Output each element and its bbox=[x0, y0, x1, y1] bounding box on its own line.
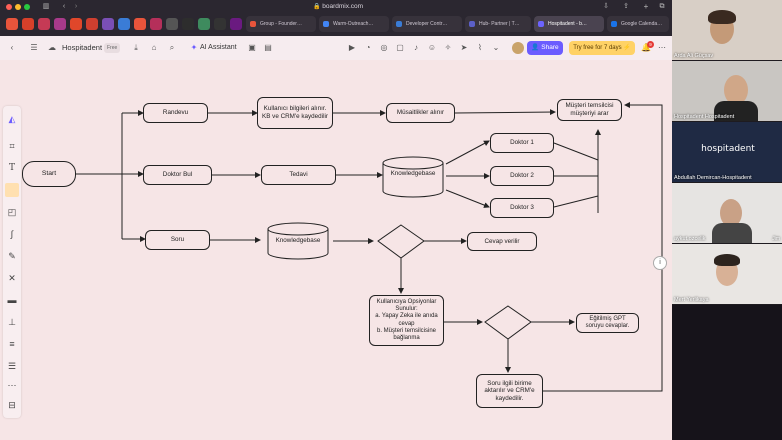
egitilmis-gpt-node[interactable]: Eğitilmiş GPT soruyu cevaplar. bbox=[576, 313, 639, 333]
doktor-bul-node[interactable]: Doktor Bul bbox=[143, 165, 212, 185]
mindmap-icon[interactable]: ✕ bbox=[5, 271, 19, 285]
knowledgebase-cylinder-1[interactable] bbox=[382, 156, 444, 198]
participant-name: Hospitadent Hospitadent bbox=[674, 114, 735, 120]
knowledgebase-label-1: Knowledgebase bbox=[390, 170, 436, 177]
participant-name: aykut.ozcelik bbox=[674, 236, 706, 242]
tedavi-node[interactable]: Tedavi bbox=[261, 165, 336, 185]
frame-icon[interactable]: ⌗ bbox=[5, 139, 19, 153]
info-icon[interactable]: i bbox=[653, 256, 667, 270]
partial-participant-label: Jim bbox=[772, 236, 780, 242]
kullanici-bilgi-node[interactable]: Kullanıcı bilgileri alınır. KB ve CRM'e … bbox=[257, 97, 333, 129]
shape-icon[interactable]: ◰ bbox=[5, 205, 19, 219]
participant-name: Arda Ali Güçsav bbox=[674, 53, 714, 59]
connector-icon[interactable]: ∫ bbox=[5, 227, 19, 241]
video-tile-3[interactable]: hospitadent Abdullah Demircan-Hospitaden… bbox=[672, 122, 782, 182]
randevu-node[interactable]: Randevu bbox=[143, 103, 208, 123]
upload-icon[interactable]: ⊥ bbox=[5, 315, 19, 329]
table-icon[interactable]: ▬ bbox=[5, 293, 19, 307]
knowledgebase-label-2: Knowledgebase bbox=[275, 237, 321, 244]
flow-connectors bbox=[76, 102, 663, 392]
start-node[interactable]: Start bbox=[22, 161, 76, 187]
video-tile-1[interactable]: Arda Ali Güçsav bbox=[672, 0, 782, 60]
musaitlikler-node[interactable]: Müsaitlikler alınır bbox=[386, 103, 455, 123]
video-tile-5[interactable]: Mert Yerlikaya bbox=[672, 244, 782, 304]
grid-icon[interactable]: ≡ bbox=[5, 337, 19, 351]
more-tools-icon[interactable]: ⋯ bbox=[5, 378, 19, 392]
participant-hair bbox=[708, 10, 736, 24]
musteri-temsilcisi-node[interactable]: Müşteri temsilcisi müşteriyi arar bbox=[557, 99, 622, 121]
participant-hair bbox=[714, 254, 740, 266]
empty-video-area bbox=[672, 305, 782, 440]
list-icon[interactable]: ☰ bbox=[5, 359, 19, 373]
template-tools-icon[interactable]: ⊟ bbox=[5, 398, 19, 412]
decision-diamond-1[interactable] bbox=[377, 224, 425, 259]
participant-name: Abdullah Demircan-Hospitadent bbox=[674, 175, 752, 181]
cevap-verilir-node[interactable]: Cevap verilir bbox=[467, 232, 537, 251]
doktor-1-node[interactable]: Doktor 1 bbox=[490, 133, 554, 153]
text-icon[interactable]: T bbox=[5, 161, 19, 175]
boardmix-logo-icon[interactable]: ◭ bbox=[5, 112, 19, 126]
video-tile-4[interactable]: aykut.ozcelik Jim bbox=[672, 183, 782, 243]
decision-diamond-2[interactable] bbox=[484, 305, 532, 340]
participant-name: Mert Yerlikaya bbox=[674, 297, 709, 303]
doktor-2-node[interactable]: Doktor 2 bbox=[490, 166, 554, 186]
participant-body bbox=[712, 223, 752, 243]
sticky-note-icon[interactable] bbox=[5, 183, 19, 197]
doktor-3-node[interactable]: Doktor 3 bbox=[490, 198, 554, 218]
soru-ilgili-node[interactable]: Soru ilgili birime aktarılır ve CRM'e ka… bbox=[476, 374, 543, 408]
hospitadent-logo: hospitadent bbox=[701, 144, 755, 154]
soru-node[interactable]: Soru bbox=[145, 230, 210, 250]
opsiyonlar-node[interactable]: Kullanıcıya Opsiyonlar Sunulur: a. Yapay… bbox=[369, 295, 444, 346]
video-tile-2[interactable]: Hospitadent Hospitadent bbox=[672, 61, 782, 121]
pen-icon[interactable]: ✎ bbox=[5, 249, 19, 263]
